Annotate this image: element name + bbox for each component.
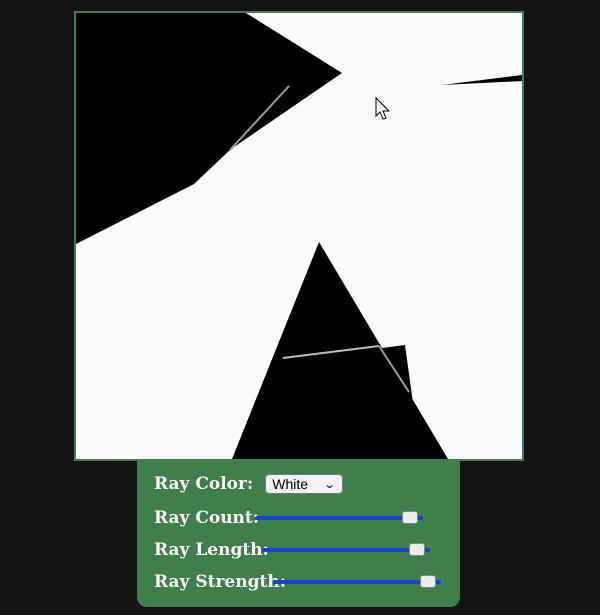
ray-length-label: Ray Length: xyxy=(154,540,269,560)
ray-color-row: Ray Color: White ⌄ xyxy=(154,472,344,496)
ray-scene[interactable] xyxy=(76,13,522,459)
slider-track xyxy=(262,548,430,552)
slider-track xyxy=(255,516,423,520)
slider-track xyxy=(273,580,441,584)
obstacle-top-left xyxy=(76,13,342,244)
slider-thumb[interactable] xyxy=(409,543,426,556)
obstacle-top-right-sliver xyxy=(442,75,522,85)
slider-thumb[interactable] xyxy=(402,511,419,524)
ray-color-value: White xyxy=(272,476,309,492)
slider-thumb[interactable] xyxy=(420,575,437,588)
ray-length-slider[interactable] xyxy=(262,540,430,560)
ray-strength-slider[interactable] xyxy=(273,572,441,592)
mouse-pointer-icon xyxy=(375,96,391,120)
ray-count-slider[interactable] xyxy=(255,508,423,528)
ray-length-row: Ray Length: xyxy=(154,538,269,562)
controls-panel: Ray Color: White ⌄ Ray Count: Ray Length… xyxy=(137,459,460,607)
ray-color-select[interactable]: White ⌄ xyxy=(265,474,344,494)
ray-strength-row: Ray Strength: xyxy=(154,570,286,594)
ray-strength-label: Ray Strength: xyxy=(154,572,286,592)
chevron-down-icon: ⌄ xyxy=(323,478,336,491)
ray-count-row: Ray Count: xyxy=(154,506,259,530)
ray-color-label: Ray Color: xyxy=(154,474,254,494)
ray-canvas[interactable] xyxy=(74,11,524,461)
ray-count-label: Ray Count: xyxy=(154,508,260,528)
